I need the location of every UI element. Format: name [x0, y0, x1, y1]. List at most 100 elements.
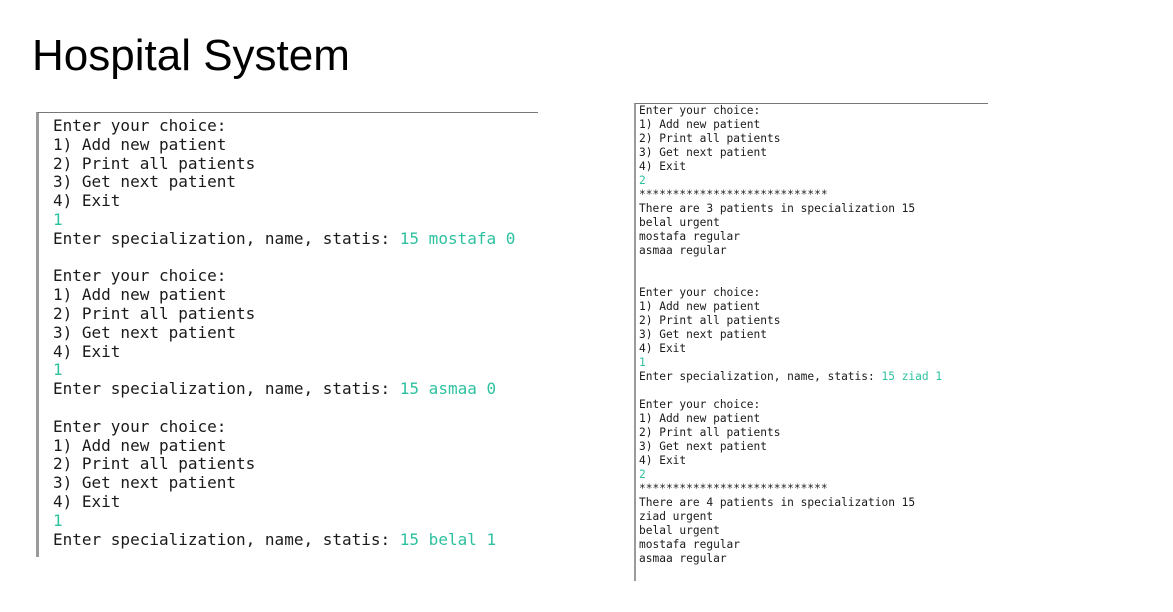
terminal-line: There are 3 patients in specialization 1…	[639, 202, 942, 216]
output-text: 1) Add new patient	[53, 134, 227, 154]
terminal-line: ziad urgent	[639, 510, 942, 524]
terminal-line: 3) Get next patient	[639, 146, 942, 160]
output-text: Enter your choice:	[53, 116, 227, 135]
terminal-line: Enter your choice:	[53, 266, 515, 286]
output-text: asmaa regular	[639, 244, 727, 257]
output-text: 3) Get next patient	[639, 328, 767, 341]
output-text: 3) Get next patient	[53, 172, 237, 192]
terminal-output-left: Enter your choice: 1) Add new patient 2) P…	[36, 112, 538, 557]
user-input-text: 15 ziad 1	[881, 370, 943, 383]
output-text: Enter your choice:	[639, 104, 761, 117]
output-text: 1) Add new patient	[639, 118, 761, 131]
terminal-line: 4) Exit	[639, 454, 942, 468]
user-input-text: 15 asmaa 0	[399, 379, 497, 399]
terminal-line: 4) Exit	[639, 160, 942, 174]
terminal-line: 2	[639, 174, 942, 188]
output-text: 1) Add new patient	[53, 285, 227, 305]
terminal-line: 1	[53, 360, 515, 380]
terminal-line: mostafa regular	[639, 230, 942, 244]
output-text: 1) Add new patient	[639, 412, 761, 425]
terminal-line: 2) Print all patients	[53, 454, 515, 474]
output-text: Enter specialization, name, statis:	[639, 370, 882, 383]
output-text: ****************************	[639, 188, 828, 201]
terminal-line: 3) Get next patient	[53, 172, 515, 192]
output-text: ziad urgent	[639, 510, 714, 523]
terminal-line: 2) Print all patients	[639, 426, 942, 440]
terminal-line: Enter your choice:	[639, 104, 942, 118]
terminal-line: asmaa regular	[639, 552, 942, 566]
terminal-line: 4) Exit	[639, 342, 942, 356]
terminal-line: 1) Add new patient	[53, 285, 515, 305]
output-text: belal urgent	[639, 216, 720, 229]
terminal-line: Enter your choice:	[53, 416, 515, 437]
terminal-line: 3) Get next patient	[53, 473, 515, 493]
terminal-line: 3) Get next patient	[639, 440, 942, 454]
output-text: 2) Print all patients	[53, 303, 256, 323]
output-text: 4) Exit	[53, 341, 121, 361]
terminal-line: 1) Add new patient	[639, 412, 942, 426]
terminal-line: 2) Print all patients	[53, 303, 515, 324]
output-text: 2) Print all patients	[639, 132, 781, 145]
terminal-line: 2) Print all patients	[639, 314, 942, 328]
output-text: mostafa regular	[639, 538, 741, 551]
output-text: 3) Get next patient	[53, 473, 237, 493]
user-input-text: 1	[53, 360, 63, 380]
output-text: mostafa regular	[639, 230, 741, 243]
output-text: asmaa regular	[639, 552, 727, 565]
terminal-output-right: Enter your choice: 1) Add new patient 2) P…	[634, 103, 988, 581]
terminal-line: mostafa regular	[639, 538, 942, 552]
terminal-lines: Enter your choice: 1) Add new patient 2) P…	[53, 116, 516, 550]
terminal-line: 1	[639, 356, 942, 370]
output-text: Enter your choice:	[639, 398, 761, 411]
terminal-line: belal urgent	[639, 216, 942, 230]
terminal-line: Enter your choice:	[53, 116, 515, 136]
terminal-line: There are 4 patients in specialization 1…	[639, 496, 942, 510]
output-text: 3) Get next patient	[53, 322, 237, 342]
output-text: There are 3 patients in specialization 1…	[639, 202, 916, 215]
output-text: 2) Print all patients	[53, 153, 256, 173]
terminal-line: 1	[53, 209, 515, 230]
terminal-line: Enter specialization, name, statis: 15 a…	[53, 379, 515, 399]
output-text: 4) Exit	[639, 342, 687, 355]
output-text: Enter specialization, name, statis:	[53, 379, 400, 399]
output-text: Enter specialization, name, statis:	[53, 529, 400, 549]
terminal-line: 1) Add new patient	[53, 435, 515, 456]
terminal-line: 2) Print all patients	[53, 153, 515, 174]
terminal-line: 4) Exit	[53, 191, 515, 211]
user-input-text: 1	[53, 209, 63, 229]
terminal-line: ****************************	[639, 188, 942, 202]
user-input-text: 1	[639, 356, 646, 369]
slide-title: Hospital System	[32, 31, 350, 80]
output-text: Enter your choice:	[639, 286, 761, 299]
output-text: belal urgent	[639, 524, 720, 537]
user-input-text: 15 mostafa 0	[399, 228, 516, 248]
output-text: Enter your choice:	[53, 416, 227, 436]
terminal-line: 1) Add new patient	[639, 118, 942, 132]
output-text: There are 4 patients in specialization 1…	[639, 496, 916, 509]
output-text: 4) Exit	[53, 491, 121, 511]
terminal-lines: Enter your choice: 1) Add new patient 2) P…	[639, 104, 942, 566]
terminal-line: Enter specialization, name, statis: 15 m…	[53, 228, 516, 249]
terminal-line: Enter specialization, name, statis: 15 z…	[639, 370, 942, 384]
terminal-line: asmaa regular	[639, 244, 942, 258]
terminal-line: belal urgent	[639, 524, 942, 538]
terminal-line: ****************************	[639, 482, 942, 496]
output-text: 2) Print all patients	[53, 454, 256, 474]
terminal-line: 3) Get next patient	[53, 322, 515, 343]
terminal-line: 1) Add new patient	[53, 134, 515, 155]
terminal-line: Enter specialization, name, statis: 15 b…	[53, 529, 515, 550]
user-input-text: 2	[639, 468, 646, 481]
terminal-line: 3) Get next patient	[639, 328, 942, 342]
output-text: 4) Exit	[639, 454, 687, 467]
user-input-text: 2	[639, 174, 646, 187]
user-input-text: 1	[53, 510, 63, 530]
output-text: 1) Add new patient	[53, 435, 227, 455]
output-text: 3) Get next patient	[639, 440, 767, 453]
output-text: 4) Exit	[639, 160, 687, 173]
terminal-line: 4) Exit	[53, 341, 515, 362]
